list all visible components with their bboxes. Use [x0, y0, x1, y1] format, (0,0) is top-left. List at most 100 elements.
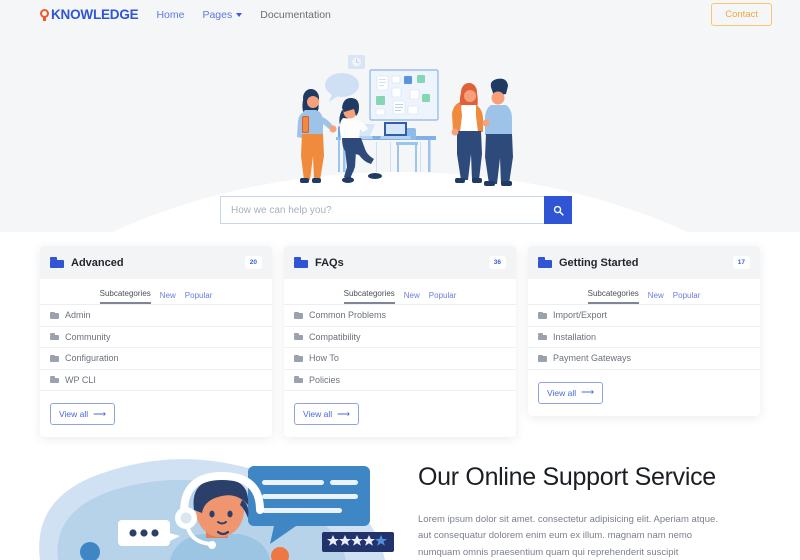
view-all-label: View all [547, 387, 577, 398]
page-root: KNOWLEDGE Home Pages Documentation Conta… [0, 0, 800, 560]
nav-links: Home Pages Documentation [156, 9, 330, 21]
list-item-label: Admin [65, 310, 91, 321]
folder-small-icon [538, 333, 547, 341]
nav-item-documentation-label: Documentation [260, 8, 331, 21]
nav-item-home[interactable]: Home [156, 9, 184, 21]
list-item[interactable]: Common Problems [284, 305, 516, 327]
card-count-badge: 36 [488, 256, 506, 269]
card-header: FAQs 36 [284, 246, 516, 279]
list-item-label: Installation [553, 331, 597, 342]
list-item[interactable]: Import/Export [528, 305, 760, 327]
arrow-right-icon: ⟶ [93, 408, 107, 419]
card-getting-started: Getting Started 17 Subcategories New Pop… [528, 246, 760, 416]
card-footer: View all ⟶ [40, 391, 272, 437]
folder-icon [538, 257, 552, 268]
nav-item-home-label: Home [156, 8, 185, 21]
tab-popular[interactable]: Popular [673, 291, 701, 304]
card-title: FAQs [315, 256, 344, 269]
view-all-label: View all [59, 409, 89, 419]
folder-small-icon [294, 354, 303, 362]
card-tabs: Subcategories New Popular [528, 279, 760, 305]
folder-small-icon [294, 311, 303, 319]
navbar: KNOWLEDGE Home Pages Documentation Conta… [0, 0, 800, 29]
list-item-label: Import/Export [553, 310, 608, 321]
hero-illustration [280, 50, 520, 190]
list-item[interactable]: Configuration [40, 348, 272, 370]
list-item-label: WP CLI [65, 374, 96, 385]
list-item-label: Compatibility [309, 331, 361, 342]
brand-name: KNOWLEDGE [51, 7, 139, 22]
support-heading: Our Online Support Service [418, 463, 716, 491]
view-all-button[interactable]: View all ⟶ [50, 403, 116, 425]
folder-small-icon [294, 333, 303, 341]
list-item-label: Common Problems [309, 310, 387, 321]
card-tabs: Subcategories New Popular [40, 279, 272, 305]
chevron-down-icon [236, 13, 243, 17]
list-item[interactable]: Admin [40, 305, 272, 327]
tab-subcategories[interactable]: Subcategories [99, 289, 151, 304]
search-bar [220, 196, 572, 224]
card-footer: View all ⟶ [528, 370, 760, 416]
nav-item-pages-label: Pages [202, 8, 233, 21]
location-pin-icon [40, 8, 49, 21]
card-item-list: Common Problems Compatibility How To Pol… [284, 305, 516, 391]
card-header: Advanced 20 [40, 246, 272, 279]
search-icon [553, 205, 564, 216]
tab-popular[interactable]: Popular [429, 291, 457, 304]
folder-small-icon [538, 311, 547, 319]
view-all-button[interactable]: View all ⟶ [538, 381, 604, 404]
contact-button[interactable]: Contact [711, 3, 772, 26]
card-tabs: Subcategories New Popular [284, 279, 516, 305]
support-illustration [30, 448, 410, 560]
view-all-label: View all [303, 409, 333, 419]
view-all-button[interactable]: View all ⟶ [294, 403, 360, 425]
list-item[interactable]: WP CLI [40, 370, 272, 391]
tab-new[interactable]: New [160, 291, 176, 304]
tab-subcategories[interactable]: Subcategories [343, 289, 395, 304]
support-paragraph: Lorem ipsum dolor sit amet. consectetur … [418, 513, 718, 558]
tab-new[interactable]: New [648, 291, 664, 304]
folder-small-icon [50, 376, 59, 384]
tab-new[interactable]: New [404, 291, 420, 304]
folder-small-icon [50, 354, 59, 362]
search-input[interactable] [220, 196, 544, 224]
list-item-label: Community [65, 331, 111, 342]
support-text-block: Our Online Support Service Lorem ipsum d… [418, 463, 778, 560]
list-item-label: Policies [309, 374, 341, 385]
list-item-label: Configuration [65, 353, 119, 364]
arrow-right-icon: ⟶ [581, 387, 595, 397]
nav-item-documentation[interactable]: Documentation [260, 9, 331, 21]
folder-small-icon [538, 354, 547, 362]
list-item-label: Payment Gateways [553, 353, 632, 364]
list-item-label: How To [309, 353, 339, 364]
card-title: Advanced [71, 256, 124, 269]
list-item[interactable]: Compatibility [284, 327, 516, 348]
support-section: Our Online Support Service Lorem ipsum d… [0, 448, 800, 560]
list-item[interactable]: Community [40, 327, 272, 348]
card-header: Getting Started 17 [528, 246, 760, 279]
tab-subcategories[interactable]: Subcategories [587, 289, 639, 304]
folder-small-icon [294, 376, 303, 384]
brand-logo[interactable]: KNOWLEDGE [40, 7, 139, 22]
folder-small-icon [50, 333, 59, 341]
list-item[interactable]: Payment Gateways [528, 348, 760, 370]
card-count-badge: 20 [244, 256, 262, 269]
arrow-right-icon: ⟶ [337, 408, 351, 419]
category-cards: Advanced 20 Subcategories New Popular Ad… [40, 246, 760, 437]
card-item-list: Admin Community Configuration WP CLI [40, 305, 272, 391]
list-item[interactable]: Installation [528, 327, 760, 348]
card-count-badge: 17 [732, 256, 750, 269]
nav-item-pages[interactable]: Pages [202, 8, 243, 21]
list-item[interactable]: How To [284, 348, 516, 370]
list-item[interactable]: Policies [284, 370, 516, 391]
card-faqs: FAQs 36 Subcategories New Popular Common… [284, 246, 516, 437]
folder-small-icon [50, 311, 59, 319]
search-button[interactable] [544, 196, 572, 224]
card-title: Getting Started [559, 256, 639, 269]
card-item-list: Import/Export Installation Payment Gatew… [528, 305, 760, 370]
navbar-right: Contact [711, 3, 772, 26]
tab-popular[interactable]: Popular [185, 291, 213, 304]
folder-icon [50, 257, 64, 268]
folder-icon [294, 257, 308, 268]
card-footer: View all ⟶ [284, 391, 516, 437]
